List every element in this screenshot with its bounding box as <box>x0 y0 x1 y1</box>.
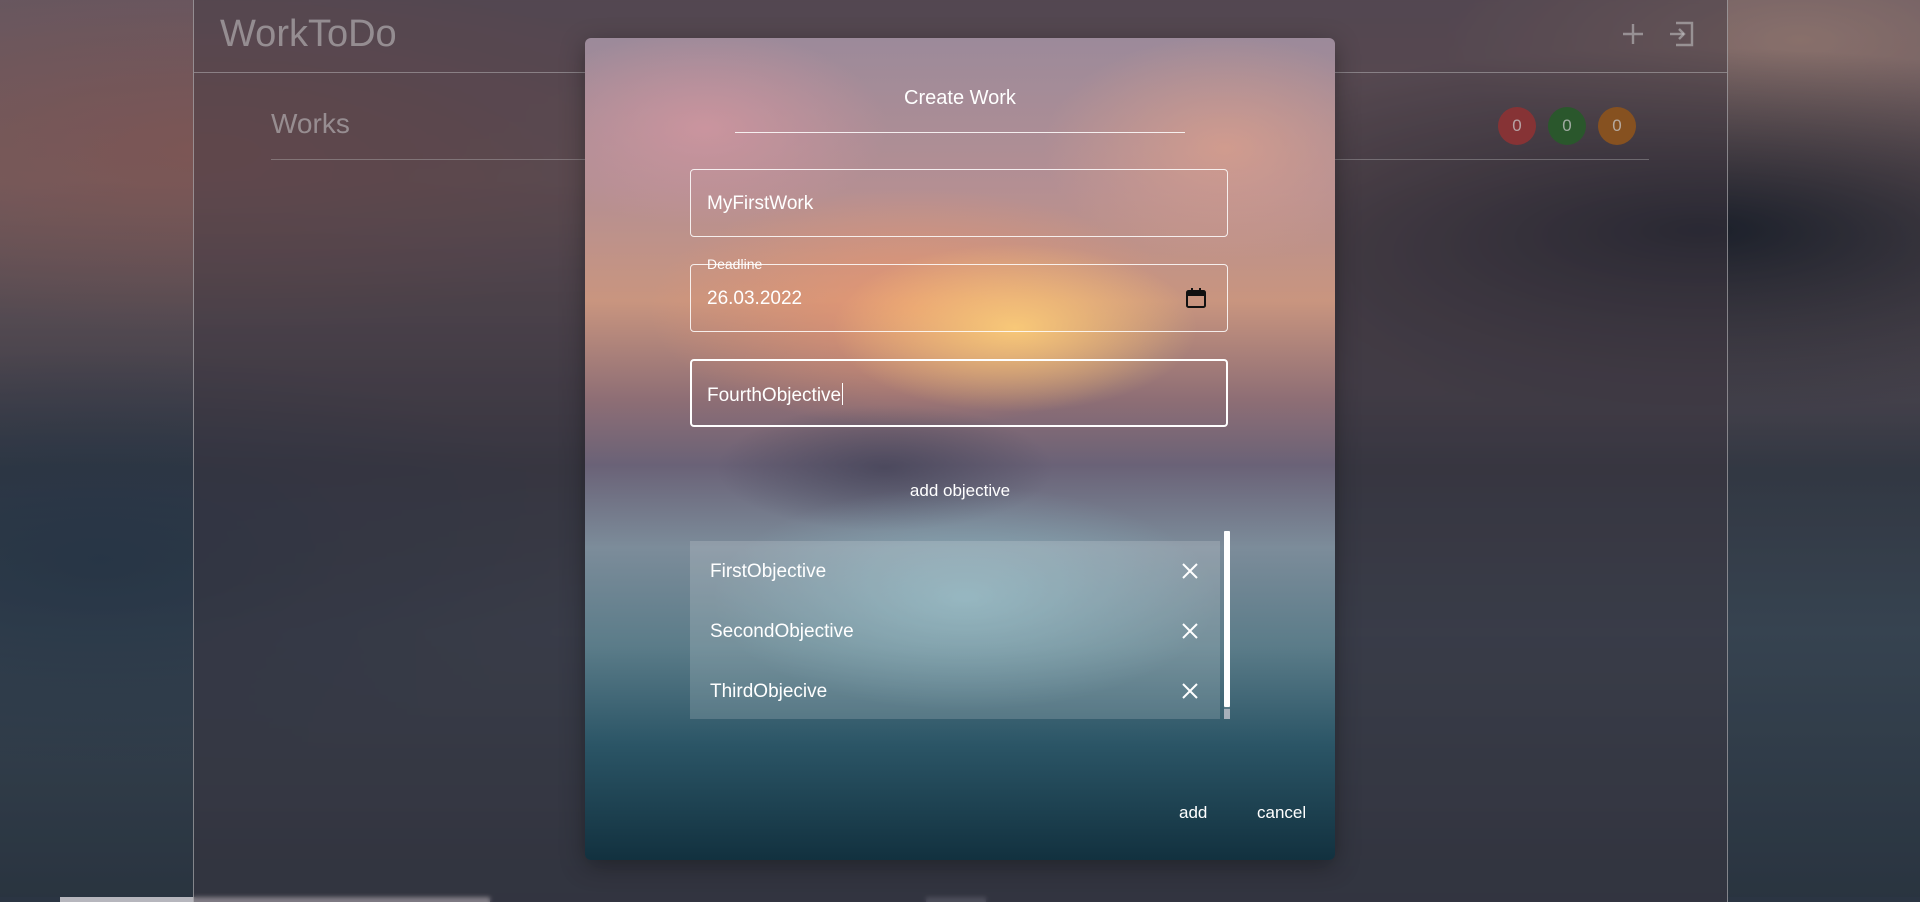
title-divider <box>735 132 1185 133</box>
text-caret <box>842 383 844 405</box>
deadline-label: Deadline <box>701 256 769 272</box>
list-item: FirstObjective <box>690 541 1220 601</box>
cancel-button[interactable]: cancel <box>1257 803 1306 823</box>
add-button[interactable]: add <box>1179 803 1207 823</box>
objective-label: FirstObjective <box>710 561 827 582</box>
dialog-title: Create Work <box>904 87 1016 109</box>
objective-label: SecondObjective <box>710 621 854 642</box>
scrollbar-thumb[interactable] <box>1224 531 1230 707</box>
deadline-value: 26.03.2022 <box>707 288 803 309</box>
objective-input[interactable]: FourthObjective <box>690 359 1228 427</box>
objective-list: FirstObjective SecondObjective ThirdObje… <box>690 541 1220 719</box>
objective-label: ThirdObjecive <box>710 681 828 702</box>
close-icon[interactable] <box>1180 681 1200 701</box>
add-objective-button[interactable]: add objective <box>870 473 1050 509</box>
create-work-dialog: Create Work MyFirstWork Deadline 26.03.2… <box>585 38 1335 860</box>
calendar-icon[interactable] <box>1185 287 1207 309</box>
deadline-field[interactable]: Deadline 26.03.2022 <box>690 256 1228 332</box>
close-icon[interactable] <box>1180 621 1200 641</box>
objective-input-text: FourthObjective <box>707 383 844 407</box>
scrollbar-arrow[interactable] <box>1224 709 1230 719</box>
objective-input-value: FourthObjective <box>707 385 842 406</box>
list-item: ThirdObjecive <box>690 661 1220 719</box>
list-item: SecondObjective <box>690 601 1220 661</box>
work-name-value: MyFirstWork <box>707 193 814 214</box>
close-icon[interactable] <box>1180 561 1200 581</box>
work-name-field[interactable]: MyFirstWork <box>690 169 1228 237</box>
